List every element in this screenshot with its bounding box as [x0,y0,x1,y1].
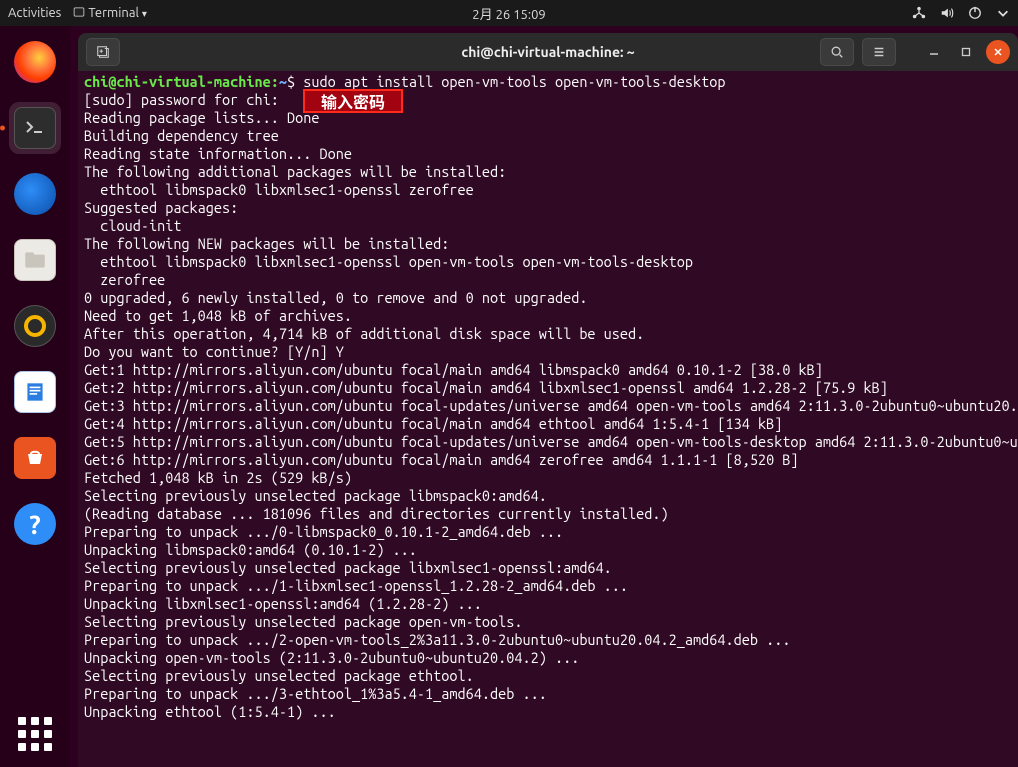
volume-icon[interactable] [940,6,954,20]
dock-files[interactable] [9,234,61,286]
ubuntu-dock: ? [0,26,70,767]
power-icon[interactable] [968,6,982,20]
window-title: chi@chi-virtual-machine: ~ [461,44,634,60]
clock[interactable]: 2月 26 15:09 [472,4,545,23]
minimize-button[interactable] [922,40,946,64]
new-tab-button[interactable] [86,38,120,66]
activities-button[interactable]: Activities [8,6,61,20]
show-applications-button[interactable] [18,717,52,751]
search-button[interactable] [820,38,854,66]
close-button[interactable] [986,40,1010,64]
dock-help[interactable]: ? [9,498,61,550]
dock-terminal[interactable] [9,102,61,154]
dock-rhythmbox[interactable] [9,300,61,352]
titlebar: chi@chi-virtual-machine: ~ [78,33,1018,71]
maximize-button[interactable] [954,40,978,64]
dock-libreoffice-writer[interactable] [9,366,61,418]
annotation-password-hint: 输入密码 [303,89,403,113]
gnome-top-bar: Activities Terminal 2月 26 15:09 [0,0,1018,26]
terminal-window: chi@chi-virtual-machine: ~ chi@chi-virtu… [78,33,1018,767]
dock-thunderbird[interactable] [9,168,61,220]
network-icon[interactable] [912,6,926,20]
terminal-output[interactable]: chi@chi-virtual-machine:~$ sudo apt inst… [78,71,1018,767]
hamburger-menu-button[interactable] [862,38,896,66]
dock-ubuntu-software[interactable] [9,432,61,484]
app-menu-terminal[interactable]: Terminal [73,6,147,20]
dock-firefox[interactable] [9,36,61,88]
system-menu-chevron-icon[interactable] [996,6,1010,20]
